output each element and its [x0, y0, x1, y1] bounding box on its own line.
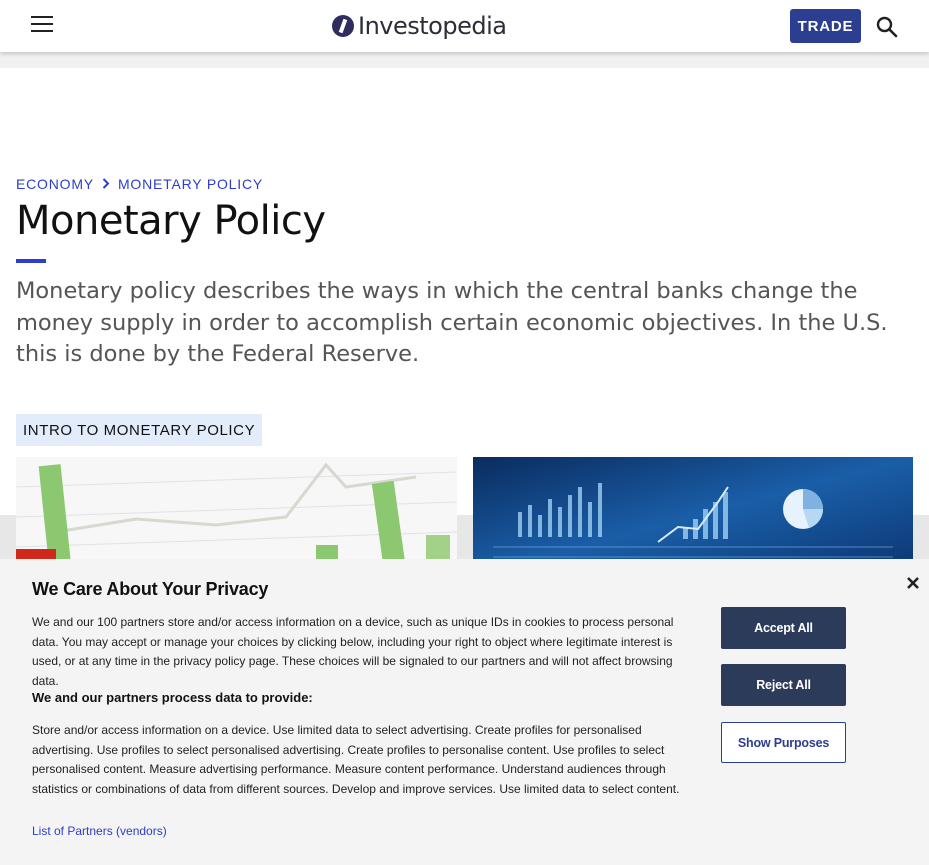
accept-all-button[interactable]: Accept All: [721, 607, 846, 649]
reject-all-button[interactable]: Reject All: [721, 664, 846, 706]
menu-icon[interactable]: [31, 16, 53, 34]
breadcrumb-economy[interactable]: ECONOMY: [16, 176, 94, 192]
trade-button[interactable]: TRADE: [790, 9, 861, 43]
chevron-right-icon: [102, 177, 110, 192]
close-icon[interactable]: [905, 575, 921, 591]
privacy-description: We and our 100 partners store and/or acc…: [32, 615, 674, 688]
privacy-subheading: We and our partners process data to prov…: [32, 690, 313, 705]
breadcrumb: ECONOMY MONETARY POLICY: [16, 176, 263, 192]
search-icon[interactable]: [876, 16, 898, 38]
site-header: Investopedia TRADE: [0, 0, 929, 52]
breadcrumb-monetary-policy[interactable]: MONETARY POLICY: [118, 176, 263, 192]
privacy-purposes-text: Store and/or access information on a dev…: [32, 723, 680, 796]
page-intro: Monetary policy describes the ways in wh…: [16, 278, 888, 367]
site-logo[interactable]: Investopedia: [332, 10, 507, 42]
header-divider-band: [0, 52, 929, 68]
privacy-title: We Care About Your Privacy: [32, 579, 269, 599]
section-tag[interactable]: INTRO TO MONETARY POLICY: [16, 414, 263, 446]
partners-link[interactable]: List of Partners (vendors): [32, 824, 167, 838]
logo-icon: [332, 15, 354, 37]
title-underline: [16, 259, 46, 263]
privacy-banner: We Care About Your Privacy We and our 10…: [0, 559, 929, 865]
logo-text: Investopedia: [358, 12, 507, 40]
show-purposes-button[interactable]: Show Purposes: [721, 722, 846, 763]
page-title: Monetary Policy: [16, 198, 326, 244]
